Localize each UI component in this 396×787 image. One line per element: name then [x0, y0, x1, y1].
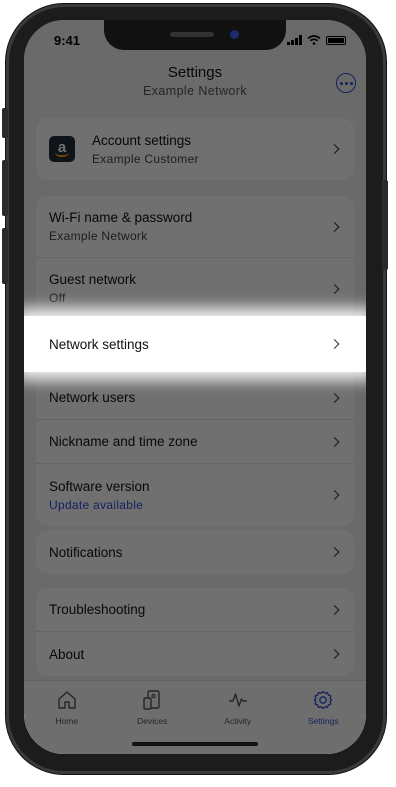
nickname-timezone-label: Nickname and time zone [49, 434, 198, 449]
settings-gear-icon [314, 690, 333, 710]
software-version-row[interactable]: Software version Update available [36, 464, 354, 526]
tab-settings-label: Settings [307, 716, 339, 726]
home-indicator [132, 742, 258, 746]
account-card: a Account settings Example Customer [36, 118, 354, 180]
network-settings-label: Network settings [49, 336, 149, 352]
activity-icon [228, 693, 247, 707]
notifications-row[interactable]: Notifications [36, 530, 354, 574]
wifi-name-password-row[interactable]: Wi-Fi name & password Example Network [36, 196, 354, 258]
tab-activity-label: Activity [224, 716, 252, 726]
page-subtitle: Example Network [143, 84, 247, 98]
mute-switch [2, 108, 8, 138]
volume-down-button [2, 228, 8, 284]
account-settings-row[interactable]: a Account settings Example Customer [36, 118, 354, 180]
guest-network-label: Guest network [49, 272, 137, 287]
update-available-link[interactable]: Update available [49, 498, 354, 512]
wifi-icon [307, 35, 321, 45]
status-icons [287, 35, 346, 45]
software-version-label: Software version [49, 478, 150, 494]
guest-network-status: Off [49, 291, 66, 305]
network-settings-highlight: Network settings [24, 316, 366, 372]
home-icon [58, 691, 76, 709]
notifications-card: Notifications [36, 530, 354, 574]
tab-settings[interactable]: Settings [281, 681, 367, 754]
status-time: 9:41 [54, 33, 81, 48]
wifi-network-name: Example Network [49, 229, 148, 243]
troubleshooting-row[interactable]: Troubleshooting [36, 588, 354, 632]
network-users-row[interactable]: Network users [36, 376, 354, 420]
phone-screen: 9:41 Settings Example Network a Account … [24, 20, 366, 754]
more-horizontal-icon [339, 81, 343, 85]
cellular-signal-icon [287, 35, 302, 45]
page-title: Settings [167, 64, 223, 81]
about-label: About [49, 646, 85, 662]
page-header: Settings Example Network [24, 64, 366, 104]
front-camera [230, 30, 239, 39]
more-options-button[interactable] [336, 73, 356, 93]
power-button [382, 180, 388, 270]
troubleshooting-label: Troubleshooting [49, 602, 146, 617]
network-users-label: Network users [49, 390, 136, 405]
volume-up-button [2, 160, 8, 216]
tab-home-label: Home [55, 716, 79, 726]
network-settings-row[interactable]: Network settings [24, 316, 366, 372]
tab-devices-label: Devices [137, 716, 168, 726]
speaker-grille [170, 32, 214, 37]
tab-home[interactable]: Home [24, 681, 110, 754]
battery-icon [326, 35, 346, 45]
notifications-label: Notifications [49, 544, 123, 560]
wifi-name-password-label: Wi-Fi name & password [49, 210, 193, 225]
amazon-logo-icon: a [49, 136, 75, 162]
nickname-timezone-row[interactable]: Nickname and time zone [36, 420, 354, 464]
guest-network-row[interactable]: Guest network Off [36, 258, 354, 320]
notch [104, 20, 286, 50]
support-card: Troubleshooting About [36, 588, 354, 676]
devices-icon [143, 690, 160, 710]
account-customer-name: Example Customer [92, 151, 199, 166]
account-settings-label: Account settings [92, 132, 192, 148]
about-row[interactable]: About [36, 632, 354, 676]
